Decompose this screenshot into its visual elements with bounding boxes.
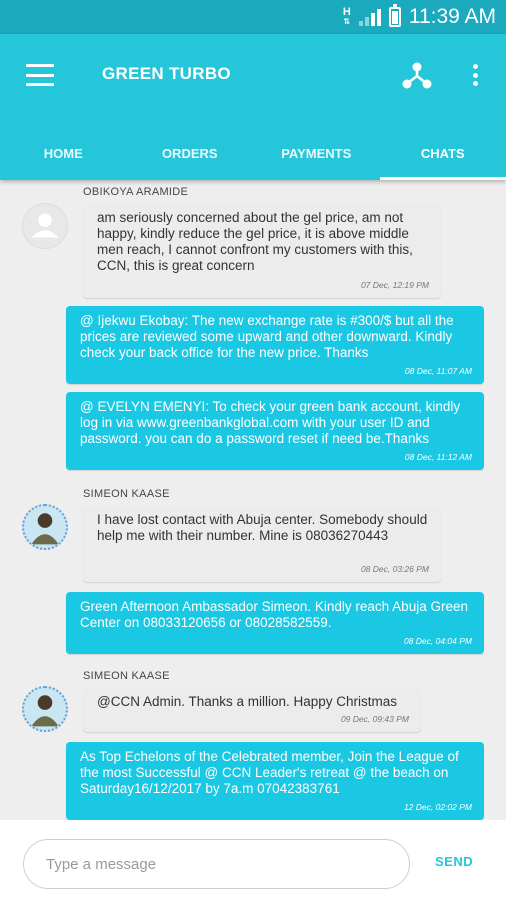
message-text: @ Ijekwu Ekobay: The new exchange rate i…: [80, 313, 454, 360]
outgoing-message: @ Ijekwu Ekobay: The new exchange rate i…: [66, 306, 484, 384]
message-input[interactable]: [23, 839, 410, 889]
app-title: GREEN TURBO: [102, 64, 231, 83]
tab-orders[interactable]: ORDERS: [127, 126, 254, 180]
message-time: 08 Dec, 11:12 AM: [404, 452, 472, 462]
incoming-message: @CCN Admin. Thanks a million. Happy Chri…: [83, 688, 421, 732]
signal-icon: [358, 8, 381, 26]
message-text: am seriously concerned about the gel pri…: [97, 210, 413, 273]
message-text: Green Afternoon Ambassador Simeon. Kindl…: [80, 599, 468, 630]
share-icon[interactable]: [402, 61, 432, 89]
outgoing-message: As Top Echelons of the Celebrated member…: [66, 742, 484, 820]
battery-icon: [388, 4, 401, 27]
user-avatar: [22, 504, 68, 550]
message-sender: SIMEON KAASE: [83, 670, 170, 682]
status-time: 11:39 AM: [408, 5, 496, 28]
message-time: 09 Dec, 09:43 PM: [340, 714, 409, 724]
status-icons: H ⇅ 11:39 AM: [343, 4, 496, 30]
outgoing-message: Green Afternoon Ambassador Simeon. Kindl…: [66, 592, 484, 654]
network-type-icon: H ⇅: [343, 7, 351, 27]
overflow-menu-icon[interactable]: [466, 60, 484, 90]
incoming-message: am seriously concerned about the gel pri…: [83, 204, 441, 298]
status-bar: H ⇅ 11:39 AM: [0, 0, 506, 34]
app-bar: GREEN TURBO HOME ORDERS PAYMENTS CHATS: [0, 34, 506, 180]
tab-bar: HOME ORDERS PAYMENTS CHATS: [0, 126, 506, 180]
message-text: @CCN Admin. Thanks a million. Happy Chri…: [97, 694, 398, 709]
message-sender: OBIKOYA ARAMIDE: [83, 186, 189, 198]
user-avatar: [22, 686, 68, 732]
incoming-message: I have lost contact with Abuja center. S…: [83, 506, 441, 582]
default-avatar-icon: [22, 203, 68, 249]
message-sender: SIMEON KAASE: [83, 488, 170, 500]
network-type-label: H: [342, 6, 351, 18]
send-button[interactable]: SEND: [435, 854, 473, 869]
tab-home[interactable]: HOME: [0, 126, 127, 180]
menu-icon[interactable]: [26, 64, 54, 86]
message-time: 12 Dec, 02:02 PM: [403, 802, 472, 812]
tab-chats[interactable]: CHATS: [379, 126, 506, 180]
message-time: 08 Dec, 04:04 PM: [403, 636, 472, 646]
message-time: 08 Dec, 11:07 AM: [404, 366, 472, 376]
message-text: As Top Echelons of the Celebrated member…: [80, 749, 459, 796]
message-time: 08 Dec, 03:26 PM: [360, 564, 429, 574]
message-composer: SEND: [0, 820, 506, 900]
outgoing-message: @ EVELYN EMENYI: To check your green ban…: [66, 392, 484, 470]
message-text: @ EVELYN EMENYI: To check your green ban…: [80, 399, 461, 446]
message-text: I have lost contact with Abuja center. S…: [97, 512, 428, 543]
message-time: 07 Dec, 12:19 PM: [360, 280, 429, 290]
tab-payments[interactable]: PAYMENTS: [253, 126, 380, 180]
chat-messages[interactable]: OBIKOYA ARAMIDE am seriously concerned a…: [0, 180, 506, 820]
data-arrows-icon: ⇅: [343, 17, 351, 26]
